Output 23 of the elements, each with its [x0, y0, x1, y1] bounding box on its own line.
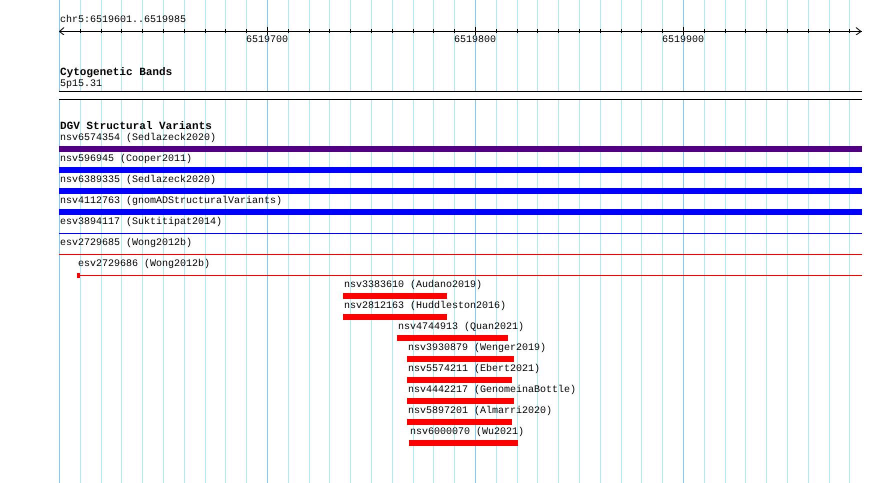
variant-marker	[77, 273, 80, 278]
band-label: 5p15.31	[59, 79, 102, 91]
feature-label[interactable]: nsv4112763 (gnomADStructuralVariants)	[60, 196, 282, 208]
feature-label[interactable]: esv2729686 (Wong2012b)	[78, 259, 210, 271]
feature-label[interactable]: nsv3383610 (Audano2019)	[344, 280, 482, 292]
feature-label[interactable]: nsv3930879 (Wenger2019)	[408, 343, 546, 355]
feature-label[interactable]: nsv5574211 (Ebert2021)	[408, 364, 540, 376]
feature-label[interactable]: nsv5897201 (Almarri2020)	[408, 406, 552, 418]
region-label: chr5:6519601..6519985	[59, 15, 186, 27]
feature-label[interactable]: nsv6574354 (Sedlazeck2020)	[60, 133, 216, 145]
feature-label[interactable]: nsv596945 (Cooper2011)	[60, 154, 192, 166]
feature-label[interactable]: nsv4442217 (GenomeinaBottle)	[408, 385, 576, 397]
position-label: 6519900	[662, 35, 704, 47]
feature-label[interactable]: nsv6389335 (Sedlazeck2020)	[60, 175, 216, 187]
feature-label[interactable]: nsv2812163 (Huddleston2016)	[344, 301, 506, 313]
feature-label[interactable]: esv2729685 (Wong2012b)	[60, 238, 192, 250]
feature-label[interactable]: nsv4744913 (Quan2021)	[398, 322, 524, 334]
feature-label[interactable]: nsv6000070 (Wu2021)	[410, 427, 524, 439]
position-label: 6519700	[246, 35, 288, 47]
position-label: 6519800	[454, 35, 496, 47]
feature-label[interactable]: esv3894117 (Suktitipat2014)	[60, 217, 222, 229]
track-title: Cytogenetic Bands	[59, 67, 172, 79]
track-title: DGV Structural Variants	[59, 121, 212, 133]
